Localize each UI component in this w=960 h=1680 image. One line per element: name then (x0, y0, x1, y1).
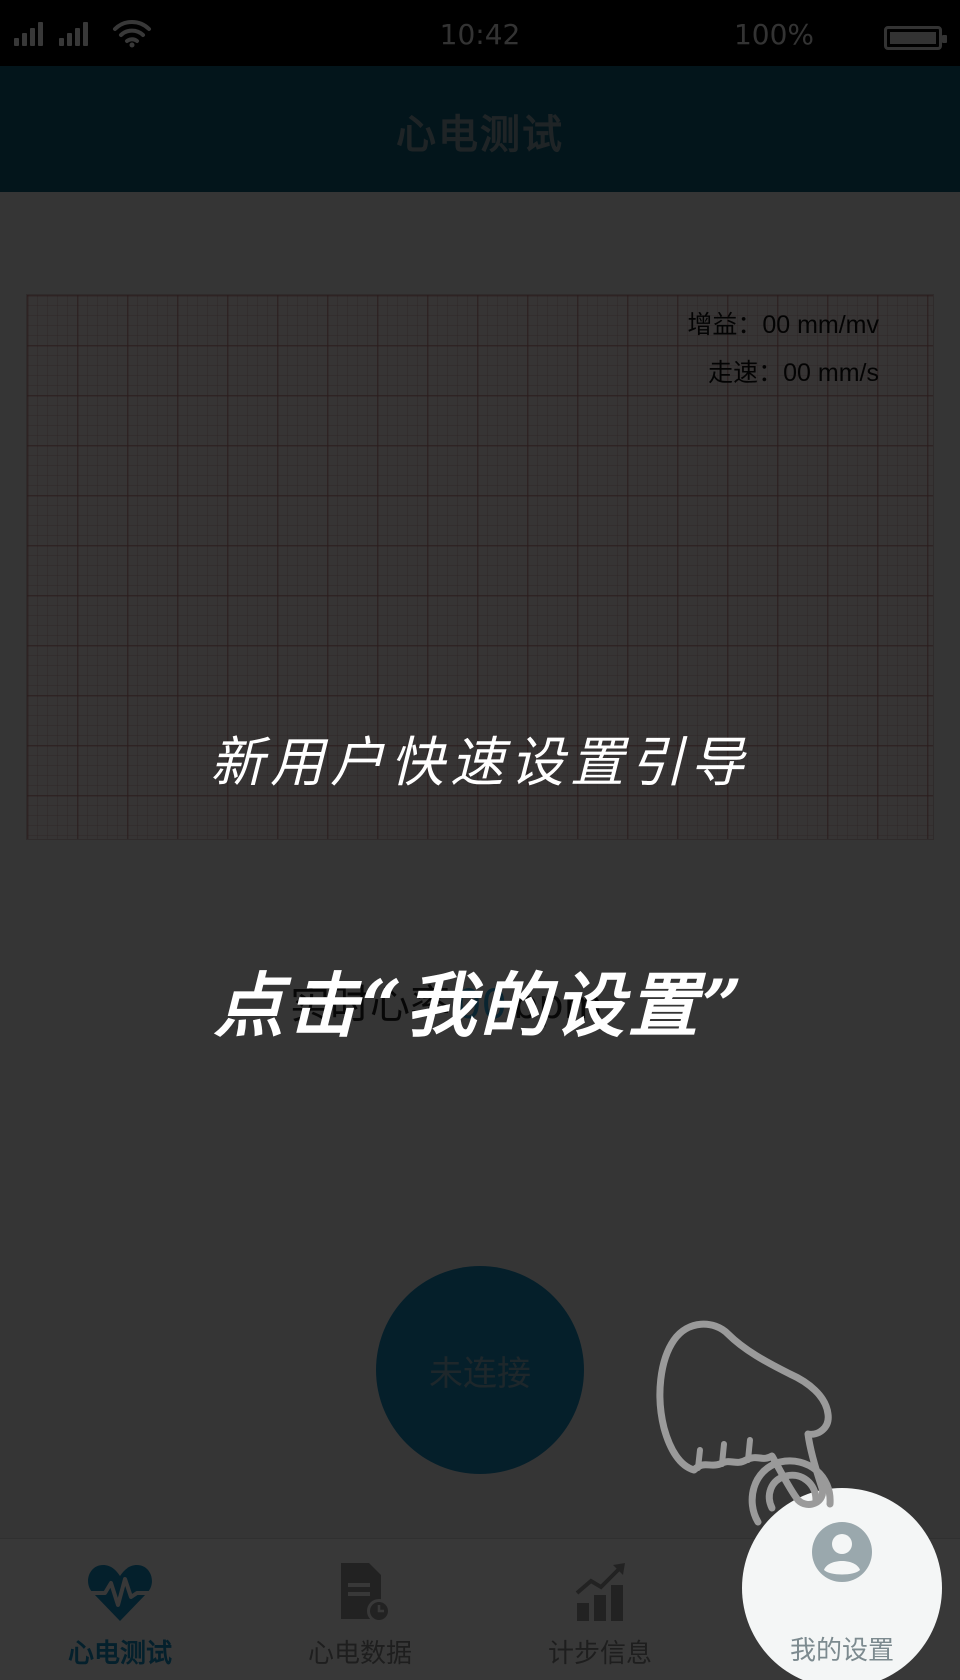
bar-chart-trend-icon (575, 1563, 625, 1621)
nav-item-ecg-data[interactable]: 心电数据 (240, 1539, 480, 1680)
heart-pulse-icon (88, 1565, 152, 1621)
battery-icon (884, 26, 947, 50)
status-bar: 10:42 100% (0, 0, 960, 66)
connect-button[interactable]: 未连接 (376, 1266, 584, 1474)
pointing-hand-icon (656, 1320, 834, 1526)
connect-button-label: 未连接 (429, 1354, 531, 1393)
ecg-speed-label: 走速：00 mm/s (708, 359, 879, 387)
nav-item-ecg-test[interactable]: 心电测试 (0, 1539, 240, 1680)
nav-label-step-info: 计步信息 (547, 1639, 652, 1669)
nav-label-ecg-test: 心电测试 (67, 1639, 172, 1669)
ecg-gain-label: 增益：00 mm/mv (687, 311, 879, 339)
app-header: 心电测试 (0, 66, 960, 192)
guide-title: 新用户快速设置引导 (210, 731, 750, 794)
guide-instruction: 点击“我的设置” (213, 964, 747, 1047)
nav-label-ecg-data: 心电数据 (307, 1639, 412, 1669)
nav-item-step-info[interactable]: 计步信息 (480, 1539, 720, 1680)
document-clock-icon (341, 1563, 391, 1623)
page-title: 心电测试 (396, 112, 564, 158)
spotlight-label: 我的设置 (789, 1636, 894, 1666)
status-time: 10:42 (439, 18, 521, 51)
battery-percentage: 100% (733, 18, 814, 51)
